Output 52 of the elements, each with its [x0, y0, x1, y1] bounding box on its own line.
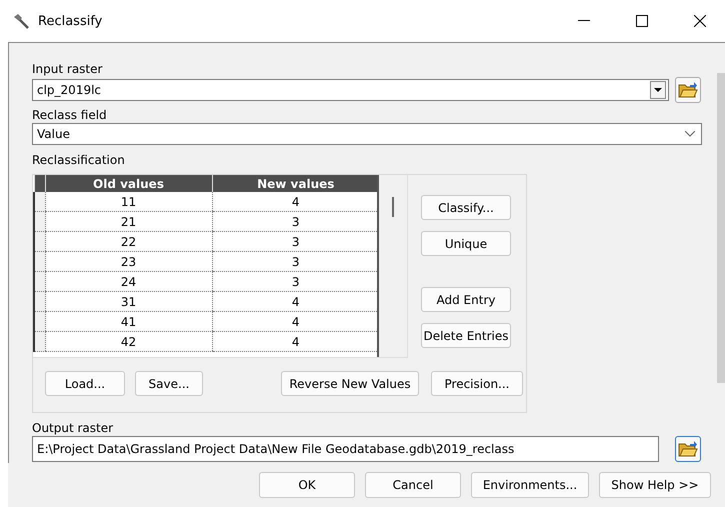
browse-button[interactable] [675, 436, 701, 462]
table-cell[interactable]: 41 [45, 312, 212, 332]
table-cell[interactable]: 4 [212, 332, 378, 352]
action-button[interactable]: Save... [135, 371, 203, 396]
action-button[interactable]: Add Entry [421, 287, 511, 312]
section-label: Reclassification [32, 152, 126, 168]
action-button[interactable]: Unique [421, 231, 511, 256]
output-raster-field[interactable]: E:\Project Data\Grassland Project Data\New File Geodatabase.gdb\2019_reclass [32, 436, 659, 462]
hammer-icon [12, 13, 30, 29]
dropdown-arrow-icon [654, 88, 662, 92]
table-cell[interactable]: 4 [212, 192, 378, 212]
window-title: Reclassify [38, 14, 104, 28]
dialog-button[interactable]: Show Help >> [599, 472, 711, 498]
column-header: New values [212, 175, 378, 192]
row-header[interactable] [34, 192, 45, 212]
scroll-thumb[interactable] [392, 197, 394, 217]
action-button[interactable]: Reverse New Values [281, 371, 419, 396]
row-header[interactable] [34, 332, 45, 352]
open-folder-icon [678, 81, 698, 99]
open-folder-icon [678, 440, 698, 458]
table-cell[interactable]: 24 [45, 272, 212, 292]
scrollbar[interactable] [717, 73, 725, 383]
table-cell[interactable]: 3 [212, 272, 378, 292]
action-button[interactable]: Classify... [421, 195, 511, 220]
field-label: Reclass field [32, 107, 108, 123]
table-cell[interactable]: 11 [45, 192, 212, 212]
action-button[interactable]: Precision... [431, 371, 523, 396]
reclass-field-dropdown[interactable]: Value [32, 123, 702, 145]
dialog-button[interactable]: Cancel [365, 472, 461, 498]
field-label: Input raster [32, 61, 104, 77]
maximize-icon [636, 15, 648, 27]
table-cell[interactable]: 4 [212, 312, 378, 332]
dialog-button[interactable]: Environments... [471, 472, 589, 498]
table-cell[interactable]: 21 [45, 212, 212, 232]
dialog-button[interactable]: OK [259, 472, 355, 498]
table-cell[interactable]: 3 [212, 252, 378, 272]
table-cell[interactable]: 31 [45, 292, 212, 312]
action-button[interactable]: Delete Entries [421, 323, 511, 348]
table-cell[interactable]: 22 [45, 232, 212, 252]
input-raster-dropdown[interactable]: clp_2019lc [32, 79, 669, 101]
browse-button[interactable] [675, 77, 701, 103]
table-cell[interactable]: 23 [45, 252, 212, 272]
column-header: Old values [45, 175, 212, 192]
table-cell[interactable]: 4 [212, 292, 378, 312]
action-button[interactable]: Load... [45, 371, 125, 396]
table-cell[interactable]: 42 [45, 332, 212, 352]
table-cell[interactable]: 3 [212, 212, 378, 232]
table-cell[interactable]: 3 [212, 232, 378, 252]
close-icon [694, 15, 706, 27]
field-label: Output raster [32, 420, 114, 436]
minimize-icon [578, 20, 590, 22]
chevron-down-icon [685, 131, 695, 137]
